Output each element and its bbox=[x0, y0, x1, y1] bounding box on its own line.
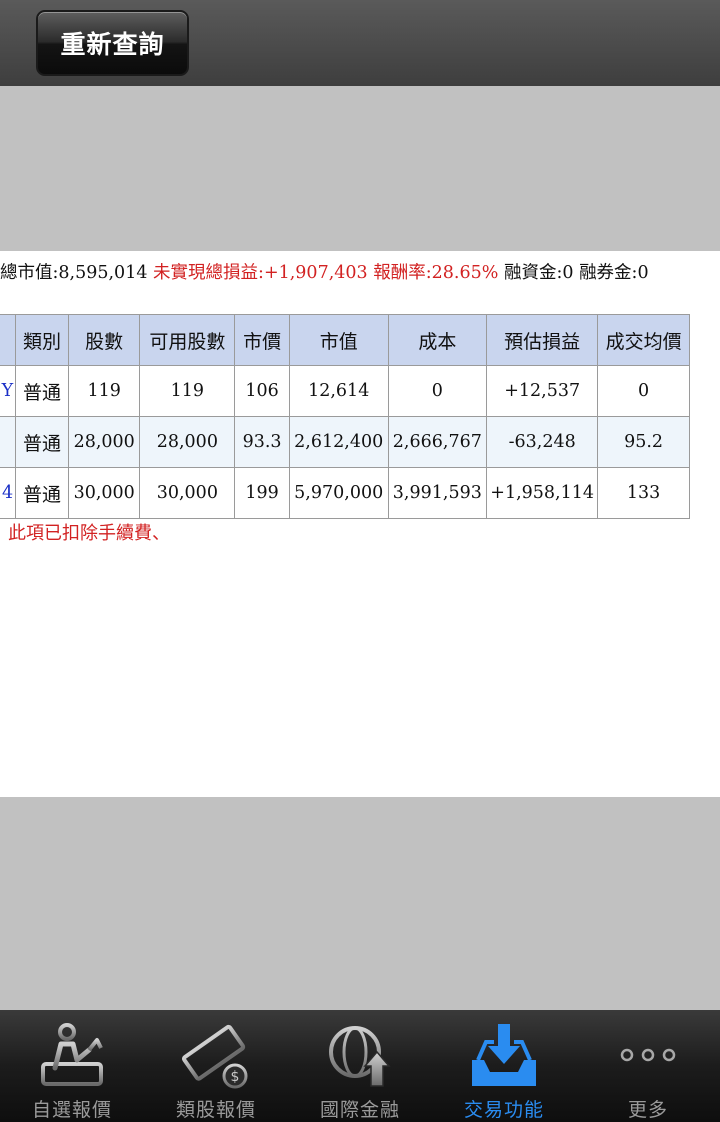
refresh-query-button[interactable]: 重新查詢 bbox=[36, 10, 189, 76]
globe-arrow-icon bbox=[320, 1018, 400, 1091]
cell-price: 93.3 bbox=[234, 416, 290, 468]
cell-available: 28,000 bbox=[139, 416, 236, 468]
more-dots-icon bbox=[608, 1018, 688, 1091]
header-available: 可用股數 bbox=[139, 314, 236, 366]
person-chart-icon bbox=[32, 1018, 112, 1091]
tab-label: 自選報價 bbox=[31, 1099, 112, 1121]
cell-available: 30,000 bbox=[139, 467, 236, 519]
top-bar: 重新查詢 bbox=[0, 0, 720, 86]
cell-name[interactable]: Y bbox=[0, 365, 17, 417]
cell-type: 普通 bbox=[15, 467, 69, 519]
cell-cost: 0 bbox=[387, 365, 488, 417]
tab-label: 國際金融 bbox=[319, 1099, 400, 1121]
cell-avg: 0 bbox=[597, 365, 690, 417]
header-avg: 成交均價 bbox=[597, 314, 690, 366]
header-shares: 股數 bbox=[67, 314, 141, 366]
header-value: 市值 bbox=[288, 314, 389, 366]
cell-price: 106 bbox=[234, 365, 290, 417]
tab-sector-quotes[interactable]: $ 類股報價 bbox=[144, 1010, 288, 1122]
summary-line: 總市值:8,595,014 未實現總損益:+1,907,403 報酬率:28.6… bbox=[0, 259, 720, 284]
cell-pl: -63,248 bbox=[486, 416, 599, 468]
film-coin-icon: $ bbox=[176, 1018, 256, 1091]
svg-text:$: $ bbox=[231, 1069, 240, 1085]
cell-cost: 2,666,767 bbox=[387, 416, 488, 468]
cell-value: 5,970,000 bbox=[288, 467, 389, 519]
tab-trading-functions[interactable]: 交易功能 bbox=[432, 1010, 576, 1122]
cell-shares: 28,000 bbox=[67, 416, 141, 468]
cell-type: 普通 bbox=[15, 365, 69, 417]
gray-spacer-bottom bbox=[0, 797, 720, 1010]
unrealized-pl: 未實現總損益:+1,907,403 bbox=[153, 263, 368, 283]
short-loan: 融券金:0 bbox=[579, 263, 649, 283]
holdings-panel: 總市值:8,595,014 未實現總損益:+1,907,403 報酬率:28.6… bbox=[0, 251, 720, 797]
cell-available: 119 bbox=[139, 365, 236, 417]
cell-shares: 30,000 bbox=[67, 467, 141, 519]
table-header-row: 類別 股數 可用股數 市價 市值 成本 預估損益 成交均價 bbox=[0, 314, 690, 366]
margin-loan: 融資金:0 bbox=[503, 263, 574, 283]
tab-international-finance[interactable]: 國際金融 bbox=[288, 1010, 432, 1122]
header-type: 類別 bbox=[15, 314, 69, 366]
cell-name[interactable] bbox=[0, 416, 17, 468]
cell-cost: 3,991,593 bbox=[387, 467, 488, 519]
cell-avg: 133 bbox=[597, 467, 690, 519]
header-pl: 預估損益 bbox=[486, 314, 599, 366]
cell-price: 199 bbox=[234, 467, 290, 519]
market-value: 總市值:8,595,014 bbox=[0, 263, 148, 283]
cell-value: 2,612,400 bbox=[288, 416, 389, 468]
header-cost: 成本 bbox=[387, 314, 488, 366]
table-row[interactable]: 普通 28,000 28,000 93.3 2,612,400 2,666,76… bbox=[0, 416, 690, 468]
holdings-table: 類別 股數 可用股數 市價 市值 成本 預估損益 成交均價 Y 普通 119 1… bbox=[0, 314, 690, 519]
cell-pl: +1,958,114 bbox=[486, 467, 599, 519]
tab-more[interactable]: 更多 bbox=[576, 1010, 720, 1122]
tab-label: 更多 bbox=[627, 1099, 668, 1121]
fee-note: 此項已扣除手續費、 bbox=[8, 523, 170, 544]
header-name bbox=[0, 314, 17, 366]
return-rate: 報酬率:28.65% bbox=[373, 263, 499, 283]
tab-label: 交易功能 bbox=[463, 1099, 544, 1121]
header-price: 市價 bbox=[234, 314, 290, 366]
cell-pl: +12,537 bbox=[486, 365, 599, 417]
inbox-download-icon bbox=[464, 1018, 544, 1091]
table-row[interactable]: 4 普通 30,000 30,000 199 5,970,000 3,991,5… bbox=[0, 467, 690, 519]
tab-label: 類股報價 bbox=[175, 1099, 256, 1121]
tab-watchlist-quotes[interactable]: 自選報價 bbox=[0, 1010, 144, 1122]
cell-value: 12,614 bbox=[288, 365, 389, 417]
table-row[interactable]: Y 普通 119 119 106 12,614 0 +12,537 0 bbox=[0, 365, 690, 417]
cell-name[interactable]: 4 bbox=[0, 467, 17, 519]
cell-type: 普通 bbox=[15, 416, 69, 468]
gray-spacer-top bbox=[0, 86, 720, 251]
bottom-tab-bar: 自選報價 $ 類股報價 國際金融 交易功能 更多 bbox=[0, 1010, 720, 1122]
cell-avg: 95.2 bbox=[597, 416, 690, 468]
cell-shares: 119 bbox=[67, 365, 141, 417]
